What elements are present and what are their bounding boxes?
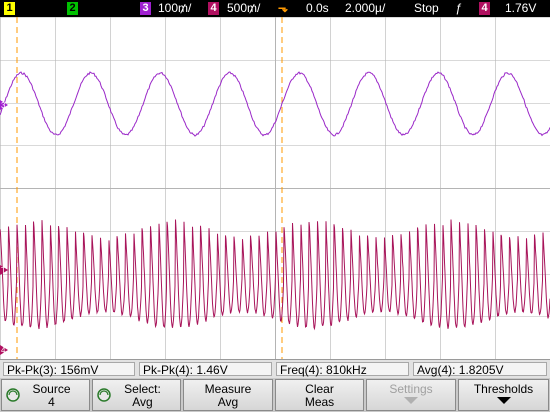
trigger-level-marker: T: [0, 265, 8, 275]
softkey-value: Meas: [304, 395, 335, 409]
select-softkey[interactable]: Select: Avg: [92, 379, 181, 411]
measurement-pkpk-ch4: Pk-Pk(4): 1.46V: [139, 362, 272, 377]
thresholds-softkey[interactable]: Thresholds: [458, 379, 549, 411]
softkey-bar: Source 4 Select: Avg Measure Avg Clear M…: [0, 378, 550, 412]
trigger-level: 1.76V: [505, 1, 537, 15]
channel-4-scale: 500₥/: [227, 1, 261, 15]
arrow-down-icon: [496, 397, 511, 404]
graticule: [0, 17, 550, 359]
softkey-value: Avg: [217, 395, 239, 409]
svg-text:T: T: [1, 266, 6, 275]
clear-meas-softkey[interactable]: Clear Meas: [275, 379, 364, 411]
waveform-display[interactable]: 3 T 4: [0, 17, 550, 359]
time-delay: 0.0s: [306, 1, 329, 15]
settings-softkey[interactable]: Settings: [366, 379, 456, 411]
run-state: Stop: [414, 1, 439, 15]
knob-icon: [6, 388, 20, 402]
channel-4-indicator[interactable]: 4: [208, 2, 219, 15]
arrow-down-icon: [404, 397, 418, 404]
measurement-freq-ch4: Freq(4): 810kHz: [276, 362, 409, 377]
waveform-canvas: 3 T 4: [0, 17, 550, 359]
channel-2-indicator[interactable]: 2: [67, 2, 78, 15]
channel-1-indicator[interactable]: 1: [4, 2, 15, 15]
softkey-label: Thresholds: [473, 382, 534, 396]
trigger-position-marker: ⬎: [278, 1, 289, 15]
measurement-avg-ch4: Avg(4): 1.8205V: [413, 362, 547, 377]
measurement-pkpk-ch3: Pk-Pk(3): 156mV: [3, 362, 135, 377]
time-scale: 2.000µ/: [345, 1, 386, 15]
channel-3-scale: 100₥/: [158, 1, 192, 15]
trigger-slope-icon: ƒ: [455, 1, 462, 15]
source-softkey[interactable]: Source 4: [1, 379, 90, 411]
svg-text:4: 4: [1, 346, 6, 355]
svg-text:3: 3: [1, 101, 6, 110]
channel-4-ground-marker: 4: [0, 345, 8, 355]
trigger-source-indicator: 4: [479, 2, 490, 15]
measurement-bar: Pk-Pk(3): 156mV Pk-Pk(4): 1.46V Freq(4):…: [0, 359, 550, 378]
channel-3-ground-marker: 3: [0, 100, 8, 110]
measure-avg-softkey[interactable]: Measure Avg: [183, 379, 273, 411]
channel-3-indicator[interactable]: 3: [140, 2, 151, 15]
status-bar: 1 2 3 100₥/ 4 500₥/ ⬎ 0.0s 2.000µ/ Stop …: [0, 0, 550, 17]
knob-icon: [97, 388, 111, 402]
softkey-label: Settings: [389, 382, 433, 396]
